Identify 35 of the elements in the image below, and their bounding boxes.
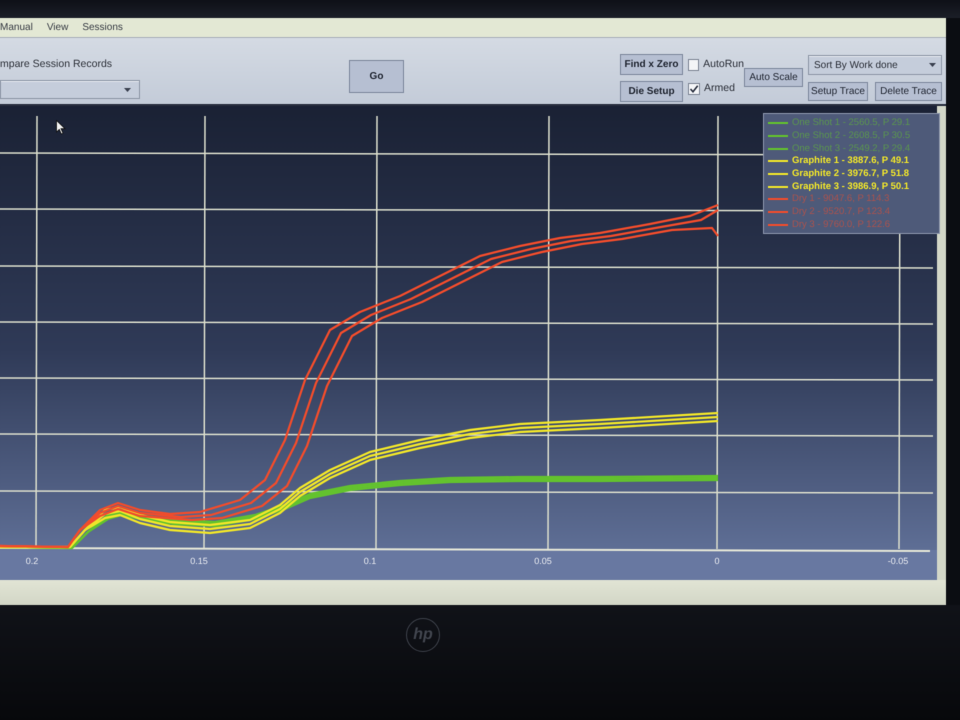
menu-item[interactable]: Sessions [82,22,123,34]
sort-dropdown[interactable]: Sort By Work done [808,55,942,75]
checkbox-label: Armed [704,81,735,96]
x-tick-label: 0.15 [190,556,208,566]
checkbox-label: AutoRun [703,57,744,72]
x-tick-label: 0.1 [364,556,376,566]
legend-label: Dry 2 - 9520.7, P 123.4 [792,206,890,218]
delete-trace-button[interactable]: Delete Trace [875,82,942,101]
go-button[interactable]: Go [349,60,404,93]
monitor-logo: hp [406,618,440,652]
mouse-pointer-icon [56,120,66,135]
x-tick-label: 0 [714,556,720,566]
x-tick-label: -0.05 [888,556,908,566]
session-dropdown[interactable] [0,80,140,99]
legend-label: One Shot 2 - 2608.5, P 30.5 [792,130,910,142]
checkbox[interactable] [688,83,700,95]
legend-label: Dry 1 - 9047.6, P 114.3 [792,193,890,206]
legend-label: Graphite 3 - 3986.9, P 50.1 [792,180,910,193]
legend-label: Dry 3 - 9760.0, P 122.6 [792,218,890,231]
menu-item[interactable]: View [46,22,68,34]
x-tick-label: 0.05 [534,556,552,566]
find-zero-button[interactable]: Find x Zero [620,54,683,75]
x-tick-label: 0.2 [26,556,38,566]
setup-trace-button[interactable]: Setup Trace [808,82,868,101]
field-label: mpare Session Records [0,58,114,71]
legend-label: Graphite 2 - 3976.7, P 51.8 [792,168,910,180]
menu-item[interactable]: Manual [0,22,33,34]
die-setup-button[interactable]: Die Setup [620,81,683,102]
checkbox[interactable] [688,59,700,71]
legend-label: Graphite 1 - 3887.6, P 49.1 [792,155,910,168]
legend-label: One Shot 3 - 2549.2, P 29.4 [792,142,910,155]
caret-icon [124,88,131,92]
auto-scale-button[interactable]: Auto Scale [744,68,803,87]
legend-label: One Shot 1 - 2560.5, P 29.1 [792,117,910,130]
caret-icon [929,63,936,67]
